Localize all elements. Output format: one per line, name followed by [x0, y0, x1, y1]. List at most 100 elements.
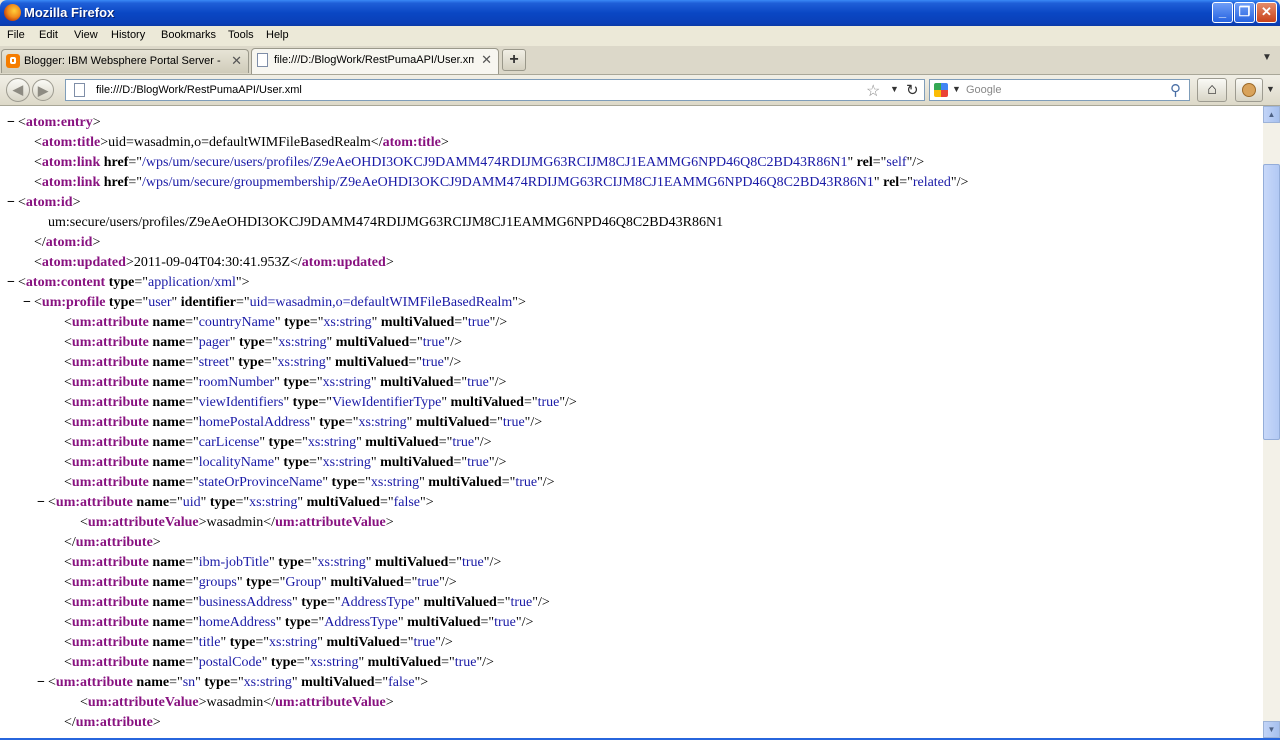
xml-text: "/> [444, 335, 463, 350]
search-engine-dropdown-icon[interactable]: ▼ [952, 84, 961, 94]
xml-attr-name: name [148, 395, 186, 410]
close-tab-icon[interactable]: ✕ [481, 52, 492, 68]
xml-text: "/> [488, 375, 507, 390]
url-dropdown-icon[interactable]: ▼ [890, 84, 899, 94]
xml-attr-name: name [148, 415, 186, 430]
menu-file[interactable]: File [7, 29, 25, 41]
xml-line: <um:attribute name="carLicense" type="xs… [0, 433, 968, 453]
xml-text: =" [185, 595, 199, 610]
tab-user-xml[interactable]: file:///D:/BlogWork/RestPumaAPI/User.xml… [251, 48, 499, 74]
home-button[interactable]: ⌂ [1197, 78, 1227, 102]
search-icon[interactable]: ⚲ [1170, 81, 1181, 99]
url-bar[interactable]: file:///D:/BlogWork/RestPumaAPI/User.xml… [65, 79, 925, 101]
xml-attr-value: viewIdentifiers [198, 395, 284, 410]
minimize-button[interactable]: _ [1212, 2, 1233, 23]
xml-text: > [152, 715, 161, 730]
scroll-thumb[interactable] [1263, 164, 1280, 440]
menu-history[interactable]: History [111, 29, 145, 41]
xml-tag-name: um:attribute [71, 355, 149, 370]
xml-text: > [152, 535, 161, 550]
vertical-scrollbar[interactable]: ▲ ▼ [1263, 106, 1280, 738]
xml-text: =" [185, 635, 199, 650]
forward-button[interactable]: ▶ [32, 79, 54, 101]
xml-text: < [64, 395, 72, 410]
reload-icon[interactable]: ↻ [906, 81, 919, 99]
scroll-down-arrow-icon[interactable]: ▼ [1263, 721, 1280, 738]
collapse-toggle-icon[interactable]: − [4, 193, 18, 213]
menu-bookmarks[interactable]: Bookmarks [161, 29, 216, 41]
new-tab-button[interactable]: + [502, 49, 526, 71]
xml-text: > [385, 515, 394, 530]
search-box[interactable]: ▼ Google ⚲ [929, 79, 1190, 101]
xml-text: < [64, 555, 72, 570]
xml-text: "/> [906, 155, 925, 170]
xml-attr-name: name [132, 675, 170, 690]
bookmark-star-icon[interactable]: ☆ [866, 81, 880, 101]
close-tab-icon[interactable]: ✕ [231, 53, 242, 69]
collapse-toggle-icon[interactable]: − [4, 273, 18, 293]
xml-text: < [64, 415, 72, 430]
url-text[interactable]: file:///D:/BlogWork/RestPumaAPI/User.xml [96, 84, 302, 96]
xml-line: <um:attribute name="countryName" type="x… [0, 313, 968, 333]
xml-text: =" [185, 575, 199, 590]
collapse-toggle-icon[interactable]: − [20, 293, 34, 313]
collapse-toggle-icon[interactable]: − [34, 673, 48, 693]
xml-attr-value: xs:string [310, 655, 359, 670]
xml-text: "/> [476, 655, 494, 670]
xml-attr-name: multiValued [419, 595, 497, 610]
xml-text: =" [294, 435, 308, 450]
xml-attr-value: title [198, 635, 221, 650]
close-button[interactable]: ✕ [1256, 2, 1277, 23]
xml-text: </ [64, 715, 76, 730]
xml-tag-name: um:attribute [71, 435, 149, 450]
xml-attr-name: multiValued [377, 315, 455, 330]
collapse-toggle-icon[interactable]: − [34, 493, 48, 513]
xml-attr-name: type [267, 655, 297, 670]
xml-text: "> [512, 295, 526, 310]
xml-text: =" [303, 555, 318, 570]
xml-attr-name: href [100, 155, 129, 170]
xml-line: − <um:attribute name="sn" type="xs:string… [0, 673, 968, 693]
xml-attr-name: type [200, 675, 231, 690]
addon-dropdown-icon[interactable]: ▼ [1266, 84, 1275, 94]
menu-edit[interactable]: Edit [39, 29, 58, 41]
xml-attr-value: /wps/um/secure/groupmembership/Z9eAeOHDI… [142, 175, 874, 190]
back-button[interactable]: ◀ [6, 78, 30, 102]
xml-text: =" [185, 435, 199, 450]
xml-text: =" [899, 175, 913, 190]
xml-line: <um:attribute name="roomNumber" type="xs… [0, 373, 968, 393]
collapse-toggle-icon[interactable]: − [4, 113, 18, 133]
xml-attr-value: carLicense [198, 435, 260, 450]
xml-text: < [64, 315, 72, 330]
xml-text: =" [399, 635, 414, 650]
addon-button[interactable] [1235, 78, 1263, 102]
menu-help[interactable]: Help [266, 29, 289, 41]
xml-text: =" [379, 495, 394, 510]
google-icon[interactable] [934, 83, 948, 97]
menu-view[interactable]: View [74, 29, 98, 41]
xml-text: "/> [439, 575, 457, 590]
xml-text: < [80, 515, 88, 530]
xml-text: "/> [489, 315, 508, 330]
maximize-button[interactable]: ❐ [1234, 2, 1255, 23]
xml-tag-name: um:attribute [55, 495, 133, 510]
xml-attr-name: name [148, 355, 186, 370]
xml-attr-name: rel [853, 155, 873, 170]
xml-tag-name: atom:updated [41, 255, 126, 270]
xml-tag-name: atom:id [45, 235, 93, 250]
scroll-up-arrow-icon[interactable]: ▲ [1263, 106, 1280, 123]
xml-text: =" [438, 435, 453, 450]
xml-line: <atom:link href="/wps/um/secure/users/pr… [0, 153, 968, 173]
list-all-tabs-icon[interactable]: ▼ [1262, 52, 1272, 63]
xml-attr-value: false [388, 675, 415, 690]
menu-tools[interactable]: Tools [228, 29, 254, 41]
xml-tag-name: um:attribute [71, 595, 149, 610]
xml-attr-value: roomNumber [198, 375, 275, 390]
tab-blogger[interactable]: Blogger: IBM Websphere Portal Server - .… [1, 49, 249, 73]
xml-text: "/> [532, 595, 550, 610]
xml-attr-value: xs:string [358, 415, 407, 430]
xml-attr-value: true [467, 455, 489, 470]
xml-text: =" [185, 655, 199, 670]
xml-attr-name: multiValued [303, 495, 380, 510]
xml-tag-name: um:attribute [55, 675, 133, 690]
